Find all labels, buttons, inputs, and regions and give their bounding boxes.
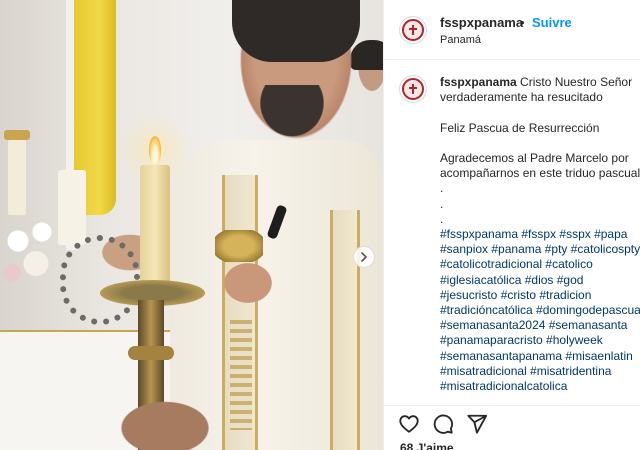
likes-count[interactable]: 68 J'aime: [400, 441, 454, 450]
caption-line: Agradecemos al Padre Marcelo por: [440, 150, 629, 165]
hashtag-line[interactable]: #semanasanta2024 #semanasanta: [440, 318, 640, 333]
hashtag-line[interactable]: #sanpiox #panama #pty #catolicospty: [440, 242, 640, 257]
caption-line: verdaderamente ha resucitado: [440, 90, 603, 105]
comment-icon[interactable]: [432, 413, 454, 435]
caption-line: Feliz Pascua de Resurrección: [440, 120, 600, 135]
post-side-panel: fsspxpanama • Suivre Panamá fsspxpanama …: [383, 0, 640, 450]
priest-beard: [252, 85, 332, 145]
priest-right-hand: [218, 258, 278, 308]
background-candle: [58, 170, 86, 245]
hashtag-line[interactable]: #tradicióncatólica #domingodepascua: [440, 303, 640, 318]
caption-avatar[interactable]: [399, 75, 427, 103]
caption-text: fsspxpanama Cristo Nuestro Señor verdade…: [440, 75, 640, 394]
hashtag-line[interactable]: #iglesiacatólica #dios #god: [440, 273, 640, 288]
caption-line: acompañarnos en este triduo pascual: [440, 166, 640, 181]
heart-icon[interactable]: [398, 413, 420, 435]
hashtag-line[interactable]: #misatradicionalcatolica: [440, 379, 640, 394]
candlestick-ring: [128, 346, 174, 360]
post-actions-bar: [384, 405, 640, 437]
stole-embroidery: [230, 320, 252, 430]
hashtag-line[interactable]: #panamaparacristo #holyweek: [440, 333, 640, 348]
avatar[interactable]: [399, 16, 427, 44]
sspx-logo-icon: [402, 78, 424, 100]
paschal-candle: [140, 165, 170, 285]
caption-area: fsspxpanama Cristo Nuestro Señor verdade…: [384, 60, 640, 405]
priest-hair: [232, 0, 360, 62]
caption-line: .: [440, 181, 444, 196]
caption-line: .: [440, 196, 444, 211]
caption-line: .: [440, 211, 444, 226]
hashtag-line[interactable]: #semanasantapanama #misaenlatin: [440, 349, 640, 364]
altar-flowers: [0, 205, 60, 295]
caption-line: fsspxpanama Cristo Nuestro Señor: [440, 75, 640, 90]
thurible-chain: [60, 235, 140, 325]
chevron-right-icon: [361, 252, 367, 262]
hashtag-line[interactable]: #misatradicional #misatridentina: [440, 364, 640, 379]
separator-dot: •: [520, 15, 525, 30]
post-header: fsspxpanama • Suivre Panamá: [384, 0, 640, 60]
share-icon[interactable]: [466, 413, 488, 435]
hashtag-line[interactable]: #fsspxpanama #fsspx #sspx #papa: [440, 227, 640, 242]
username-link[interactable]: fsspxpanama: [440, 15, 523, 30]
hashtag-line[interactable]: #jesucristo #cristo #tradicion: [440, 288, 640, 303]
caption-username[interactable]: fsspxpanama: [440, 75, 517, 89]
sspx-logo-icon: [402, 19, 424, 41]
foreground-hand: [110, 395, 220, 450]
location-link[interactable]: Panamá: [440, 34, 481, 46]
background-candle-small: [8, 140, 26, 215]
candle-holder-small: [4, 130, 30, 140]
stole-right: [330, 210, 360, 450]
follow-button[interactable]: Suivre: [532, 15, 572, 30]
carousel-next-button[interactable]: [353, 246, 375, 268]
post-image[interactable]: [0, 0, 383, 450]
caption-line-text: Cristo Nuestro Señor: [520, 75, 633, 89]
candle-flame: [149, 136, 161, 164]
hashtag-line[interactable]: #catolicotradicional #catolico: [440, 257, 640, 272]
